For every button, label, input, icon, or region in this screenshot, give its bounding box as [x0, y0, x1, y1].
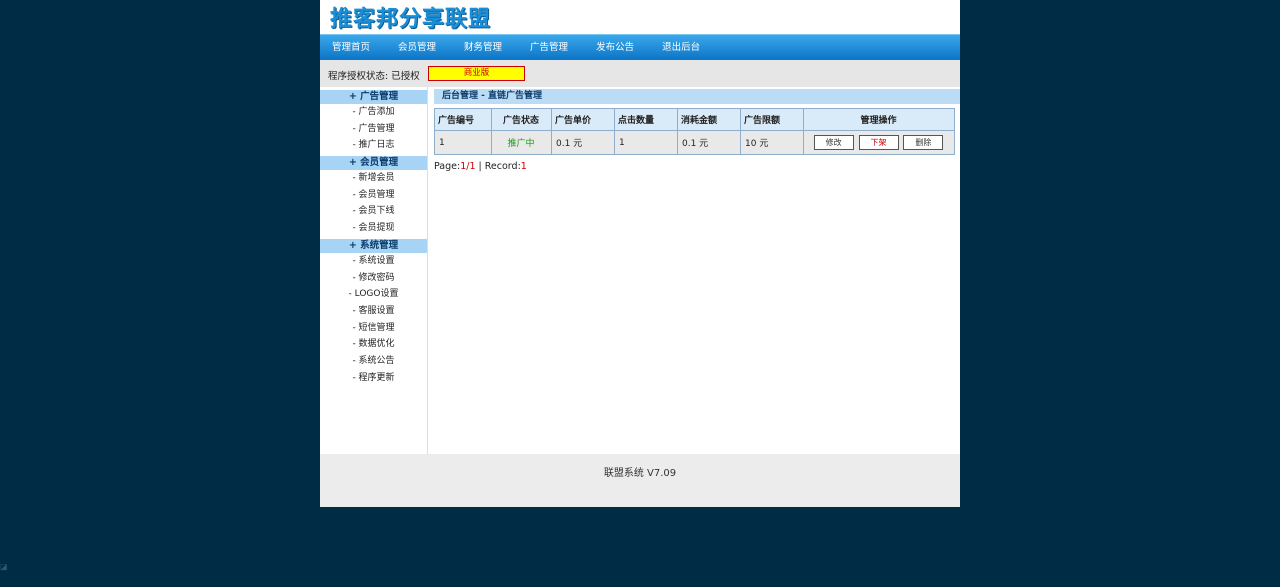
cell-spent: 0.1 元 — [677, 130, 741, 155]
sidebar: + 广告管理 - 广告添加 - 广告管理 - 推广日志 + 会员管理 - 新增会… — [320, 87, 428, 454]
license-badge: 商业版 — [428, 66, 525, 81]
cell-ad-id: 1 — [434, 130, 492, 155]
col-header-spent: 消耗金额 — [677, 108, 741, 131]
nav-item-logout[interactable]: 退出后台 — [648, 35, 714, 61]
sidebar-item-member-withdraw[interactable]: - 会员提现 — [320, 220, 427, 237]
delete-button[interactable]: 删除 — [903, 135, 944, 150]
sidebar-item-ad-management[interactable]: - 广告管理 — [320, 121, 427, 138]
sidebar-item-change-password[interactable]: - 修改密码 — [320, 270, 427, 287]
nav-item-ad-management[interactable]: 广告管理 — [516, 35, 582, 61]
col-header-operations: 管理操作 — [803, 108, 955, 131]
top-nav: 管理首页 会员管理 财务管理 广告管理 发布公告 退出后台 — [320, 34, 960, 60]
pager-record-count: 1 — [520, 161, 527, 172]
nav-item-publish-notice[interactable]: 发布公告 — [582, 35, 648, 61]
header: 推客邦分享联盟 — [320, 0, 960, 34]
cell-ad-status: 推广中 — [491, 130, 552, 155]
sidebar-item-data-optimize[interactable]: - 数据优化 — [320, 336, 427, 353]
col-header-ad-price: 广告单价 — [551, 108, 615, 131]
take-down-button[interactable]: 下架 — [858, 135, 899, 150]
pager-record-label: | Record: — [475, 161, 521, 172]
admin-page: 推客邦分享联盟 管理首页 会员管理 财务管理 广告管理 发布公告 退出后台 程序… — [320, 0, 960, 507]
col-header-limit: 广告限额 — [740, 108, 804, 131]
sidebar-group-ad-management[interactable]: + 广告管理 — [320, 90, 427, 104]
sidebar-item-logo-settings[interactable]: - LOGO设置 — [320, 286, 427, 303]
sidebar-item-sms-management[interactable]: - 短信管理 — [320, 320, 427, 337]
sidebar-item-system-notice[interactable]: - 系统公告 — [320, 353, 427, 370]
site-logo[interactable]: 推客邦分享联盟 — [330, 1, 491, 33]
sidebar-group-system-management[interactable]: + 系统管理 — [320, 238, 427, 253]
sidebar-item-member-management[interactable]: - 会员管理 — [320, 187, 427, 204]
nav-item-finance-management[interactable]: 财务管理 — [450, 35, 516, 61]
cell-operations: 修改 下架 删除 — [803, 130, 955, 155]
page-title: 后台管理 - 直链广告管理 — [434, 89, 960, 104]
sidebar-item-add-ad[interactable]: - 广告添加 — [320, 104, 427, 121]
footer: 联盟系统 V7.09 — [320, 454, 960, 507]
license-status-label: 程序授权状态: 已授权 — [328, 71, 420, 82]
table-header-row: 广告编号 广告状态 广告单价 点击数量 消耗金额 广告限额 管理操作 — [434, 108, 955, 131]
col-header-clicks: 点击数量 — [614, 108, 678, 131]
ad-table: 广告编号 广告状态 广告单价 点击数量 消耗金额 广告限额 管理操作 1 推广中… — [434, 108, 955, 155]
table-row: 1 推广中 0.1 元 1 0.1 元 10 元 修改 下架 删除 — [434, 130, 955, 155]
sidebar-item-program-update[interactable]: - 程序更新 — [320, 370, 427, 387]
nav-item-admin-home[interactable]: 管理首页 — [320, 35, 384, 61]
sidebar-item-support-settings[interactable]: - 客服设置 — [320, 303, 427, 320]
nav-item-member-management[interactable]: 会员管理 — [384, 35, 450, 61]
col-header-ad-id: 广告编号 — [434, 108, 492, 131]
footer-version-text: 联盟系统 V7.09 — [603, 468, 677, 479]
cell-ad-price: 0.1 元 — [551, 130, 615, 155]
edit-button[interactable]: 修改 — [813, 135, 854, 150]
cell-limit: 10 元 — [740, 130, 804, 155]
col-header-ad-status: 广告状态 — [491, 108, 552, 131]
sidebar-item-add-member[interactable]: - 新增会员 — [320, 170, 427, 187]
cell-clicks: 1 — [614, 130, 678, 155]
main-content: 后台管理 - 直链广告管理 广告编号 广告状态 广告单价 点击数量 消耗金额 广… — [434, 89, 960, 172]
pager: Page:1/1 | Record:1 — [434, 161, 960, 172]
license-bar: 程序授权状态: 已授权 商业版 — [320, 60, 960, 87]
sidebar-item-promotion-log[interactable]: - 推广日志 — [320, 137, 427, 154]
pager-page-label: Page: — [434, 161, 461, 172]
corner-mark-icon: ◪ — [0, 562, 8, 571]
sidebar-group-member-management[interactable]: + 会员管理 — [320, 156, 427, 171]
sidebar-item-system-settings[interactable]: - 系统设置 — [320, 253, 427, 270]
sidebar-item-member-downline[interactable]: - 会员下线 — [320, 203, 427, 220]
